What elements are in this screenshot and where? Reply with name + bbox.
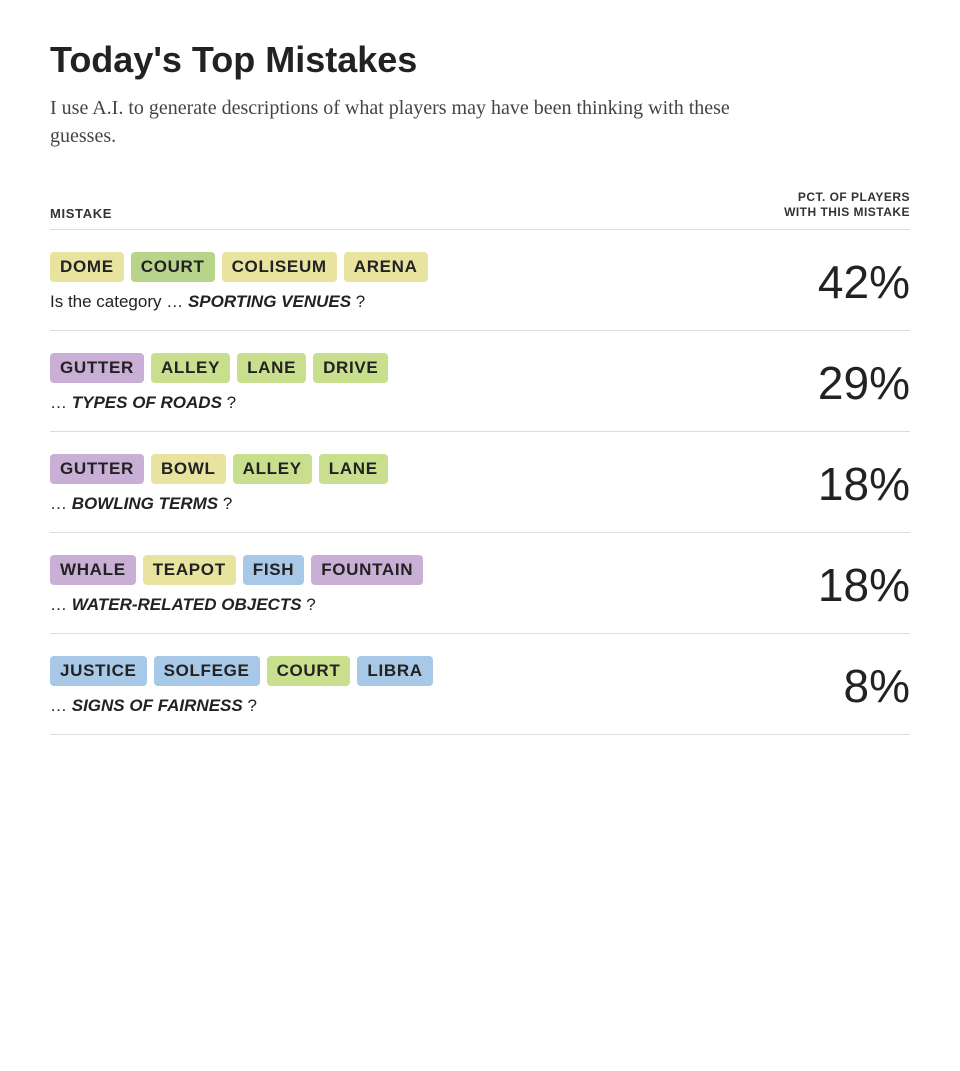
word-pill: DRIVE <box>313 353 388 383</box>
mistake-content: JUSTICESOLFEGECOURTLIBRA … SIGNS OF FAIRN… <box>50 656 800 716</box>
word-pill: WHALE <box>50 555 136 585</box>
mistake-content: GUTTERBOWLALLEYLANE … BOWLING TERMS ? <box>50 454 800 514</box>
category-text: … BOWLING TERMS ? <box>50 494 770 514</box>
mistake-content: WHALETEAPOTFISHFOUNTAIN … WATER-RELATED O… <box>50 555 800 615</box>
word-pill: COURT <box>267 656 351 686</box>
table-header: MISTAKE PCT. OF PLAYERSWITH THIS MISTAKE <box>50 190 910 230</box>
table-row: GUTTERBOWLALLEYLANE … BOWLING TERMS ? 18% <box>50 432 910 533</box>
word-pill: LANE <box>319 454 388 484</box>
word-pill: ALLEY <box>151 353 230 383</box>
word-pill: GUTTER <box>50 454 144 484</box>
category-text: … WATER-RELATED OBJECTS ? <box>50 595 770 615</box>
word-pills: DOMECOURTCOLISEUMARENA <box>50 252 770 282</box>
word-pill: ALLEY <box>233 454 312 484</box>
category-text: Is the category … SPORTING VENUES ? <box>50 292 770 312</box>
rows-container: DOMECOURTCOLISEUMARENAIs the category … … <box>50 230 910 735</box>
mistake-content: DOMECOURTCOLISEUMARENA Is the category … … <box>50 252 800 312</box>
page-title: Today's Top Mistakes <box>50 40 910 80</box>
word-pill: LANE <box>237 353 306 383</box>
subtitle: I use A.I. to generate descriptions of w… <box>50 94 770 150</box>
pct-value: 29% <box>800 356 910 410</box>
table-row: GUTTERALLEYLANEDRIVE … TYPES OF ROADS ? 29… <box>50 331 910 432</box>
category-name: TYPES OF ROADS <box>72 393 222 412</box>
mistake-content: GUTTERALLEYLANEDRIVE … TYPES OF ROADS ? <box>50 353 800 413</box>
word-pill: FOUNTAIN <box>311 555 423 585</box>
table-row: JUSTICESOLFEGECOURTLIBRA … SIGNS OF FAIRN… <box>50 634 910 735</box>
word-pill: COURT <box>131 252 215 282</box>
word-pill: FISH <box>243 555 304 585</box>
category-text: … SIGNS OF FAIRNESS ? <box>50 696 770 716</box>
word-pill: ARENA <box>344 252 428 282</box>
word-pills: JUSTICESOLFEGECOURTLIBRA <box>50 656 770 686</box>
pct-value: 18% <box>800 558 910 612</box>
table-row: DOMECOURTCOLISEUMARENA Is the category … … <box>50 230 910 331</box>
word-pill: COLISEUM <box>222 252 337 282</box>
word-pills: GUTTERBOWLALLEYLANE <box>50 454 770 484</box>
table-row: WHALETEAPOTFISHFOUNTAIN … WATER-RELATED O… <box>50 533 910 634</box>
word-pill: JUSTICE <box>50 656 147 686</box>
word-pill: LIBRA <box>357 656 432 686</box>
word-pill: TEAPOT <box>143 555 236 585</box>
category-text: … TYPES OF ROADS ? <box>50 393 770 413</box>
category-name: WATER-RELATED OBJECTS <box>72 595 302 614</box>
category-name: BOWLING TERMS <box>72 494 218 513</box>
category-name: SIGNS OF FAIRNESS <box>72 696 243 715</box>
word-pill: GUTTER <box>50 353 144 383</box>
word-pill: DOME <box>50 252 124 282</box>
word-pill: BOWL <box>151 454 226 484</box>
col-pct-label: PCT. OF PLAYERSWITH THIS MISTAKE <box>784 190 910 221</box>
word-pills: GUTTERALLEYLANEDRIVE <box>50 353 770 383</box>
col-mistake-label: MISTAKE <box>50 206 112 221</box>
pct-value: 8% <box>800 659 910 713</box>
word-pills: WHALETEAPOTFISHFOUNTAIN <box>50 555 770 585</box>
pct-value: 42% <box>800 255 910 309</box>
category-name: SPORTING VENUES <box>188 292 351 311</box>
pct-value: 18% <box>800 457 910 511</box>
word-pill: SOLFEGE <box>154 656 260 686</box>
